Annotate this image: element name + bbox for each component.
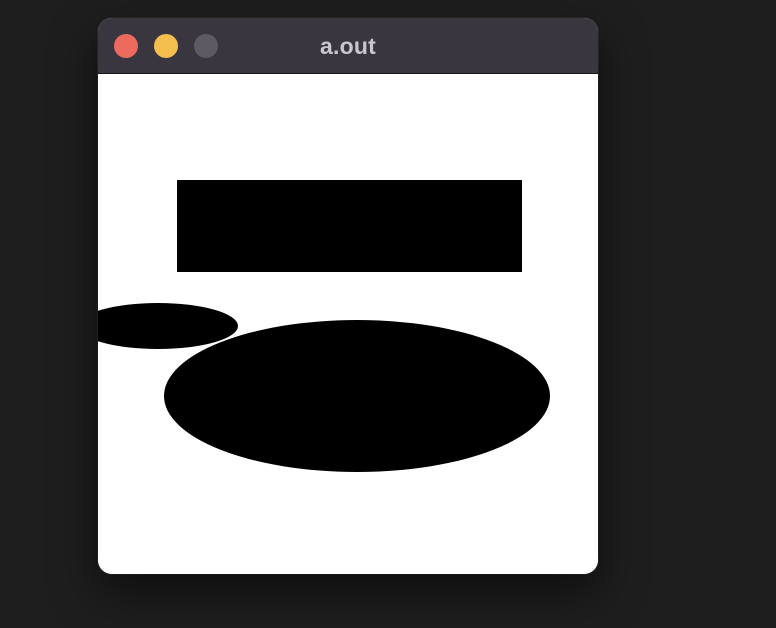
title-bar[interactable]: a.out xyxy=(98,18,598,74)
canvas-large-ellipse xyxy=(164,320,550,472)
canvas-rectangle xyxy=(177,180,522,272)
drawing-canvas xyxy=(98,74,598,574)
app-window: a.out xyxy=(98,18,598,574)
canvas-small-ellipse xyxy=(98,303,238,349)
window-title: a.out xyxy=(320,33,376,59)
